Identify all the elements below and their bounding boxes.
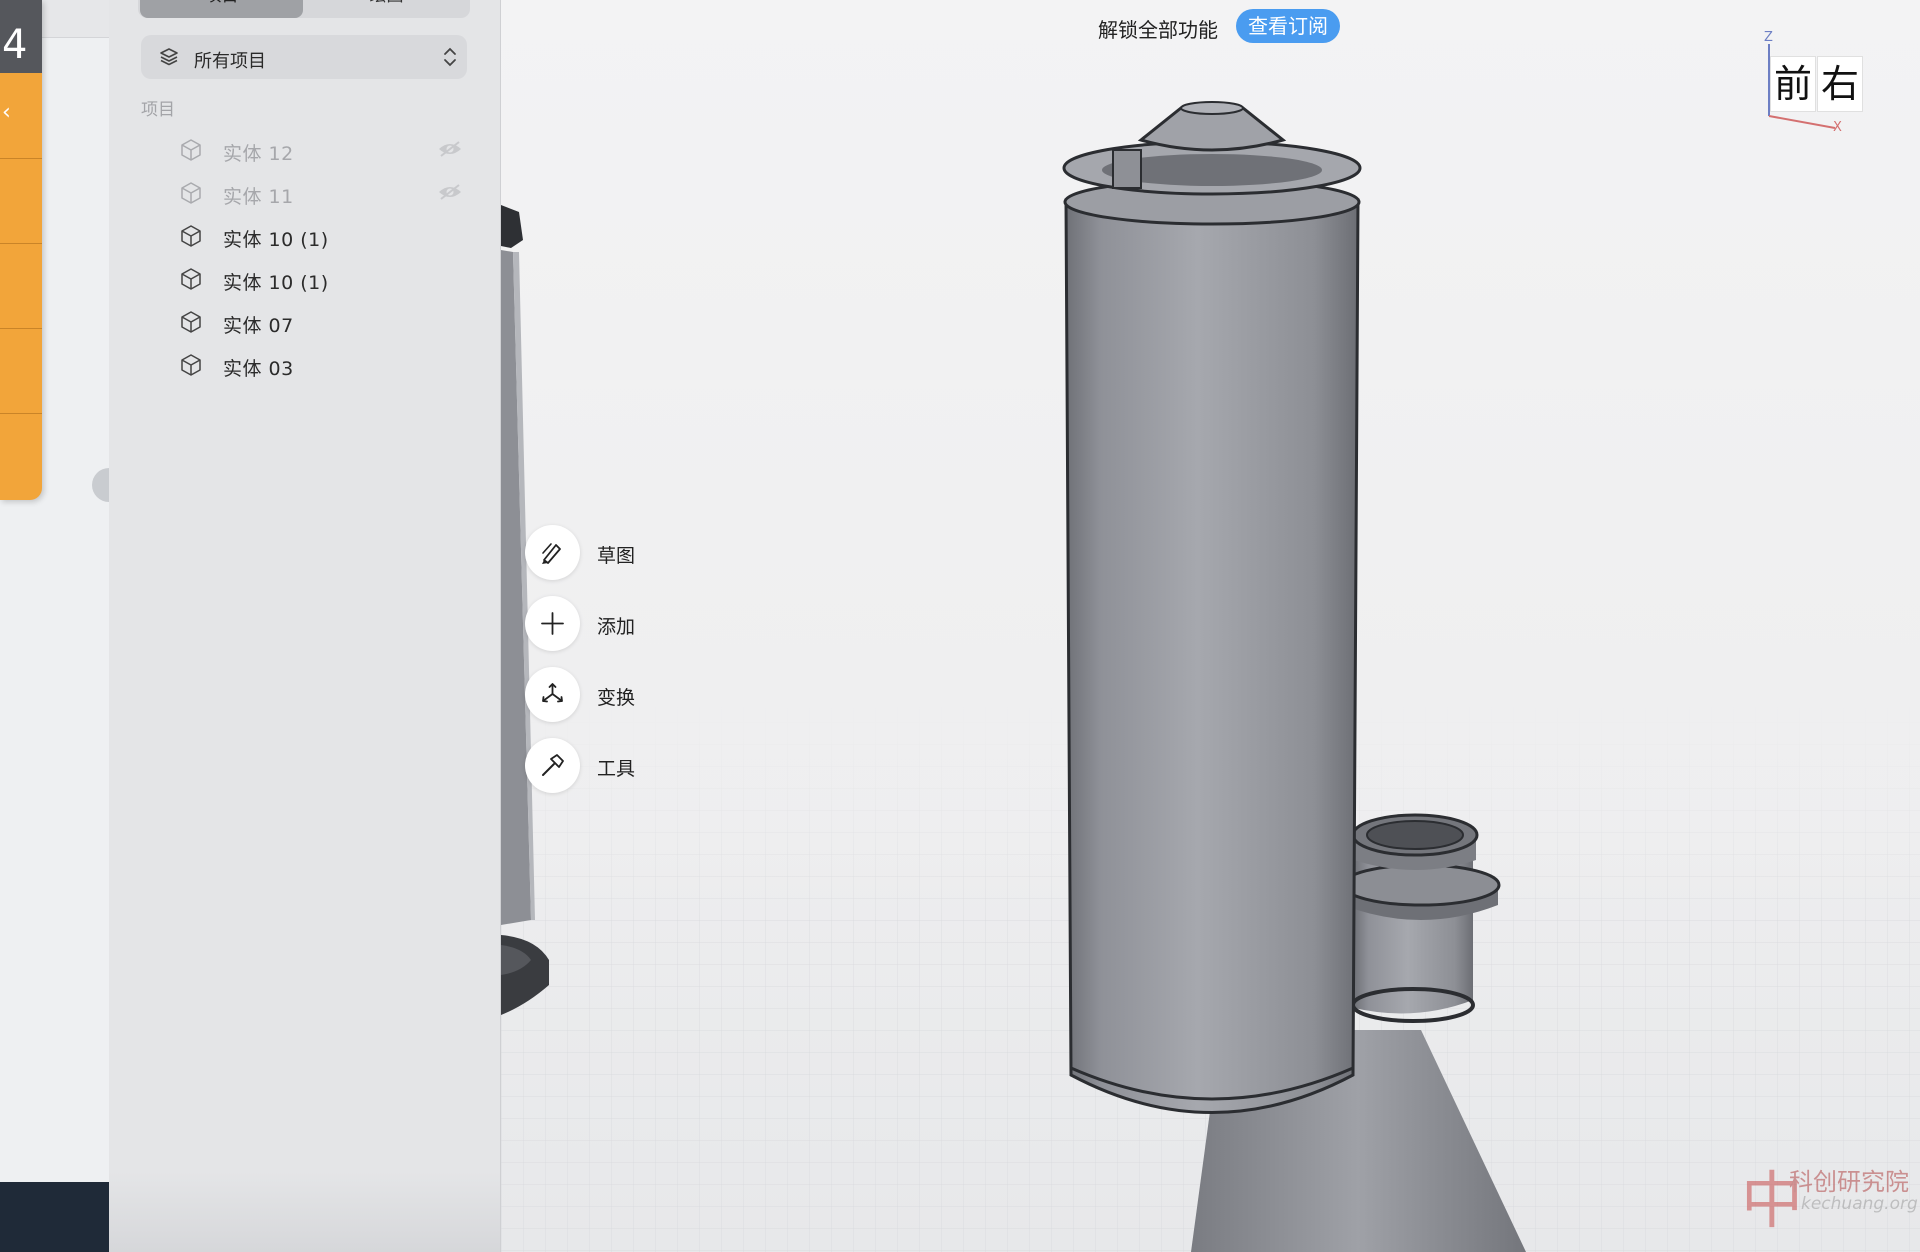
view-cube-right-face[interactable]: 右	[1817, 56, 1863, 112]
plus-icon	[541, 612, 564, 635]
transform-arrows-icon	[542, 683, 563, 703]
panel-divider	[0, 413, 42, 414]
axis-z-label: Z	[1764, 30, 1773, 45]
item-name: 实体 10 (1)	[223, 272, 329, 294]
tab-projects[interactable]: 项目	[140, 0, 303, 18]
panel-divider	[0, 158, 42, 159]
main-cylinder-part	[1062, 101, 1362, 1114]
view-subscription-button[interactable]: 查看订阅	[1236, 9, 1340, 43]
solid-body-icon	[179, 267, 203, 291]
item-name: 实体 12	[223, 143, 294, 165]
item-name: 实体 03	[223, 358, 294, 380]
watermark-brand: 科创研究院	[1789, 1168, 1909, 1196]
sidebar-tab-control: 项目 绘图	[138, 0, 470, 18]
chevron-updown-icon	[444, 47, 456, 67]
add-button[interactable]	[525, 596, 580, 651]
sketch-pen-icon	[542, 543, 561, 564]
project-sidebar: 项目 绘图 所有项目 项目 实体 12 实体 11 实体 10 (1) 实体 10 (…	[109, 0, 501, 1252]
visibility-hidden-icon[interactable]	[437, 183, 463, 201]
sidebar-footer	[109, 1172, 500, 1252]
solid-body-icon	[179, 310, 203, 334]
unlock-text: 解锁全部功能	[1098, 18, 1218, 42]
background-window-titlebar	[42, 0, 109, 38]
sketch-button[interactable]	[525, 525, 580, 580]
layers-icon	[160, 48, 178, 66]
background-orange-panel: 4 ‹	[0, 0, 42, 500]
watermark: 中 科创研究院 kechuang.org	[1741, 1150, 1918, 1237]
solid-body-icon	[179, 353, 203, 377]
transform-button[interactable]	[525, 667, 580, 722]
section-label-items: 项目	[141, 100, 175, 120]
list-item[interactable]: 实体 07	[179, 304, 479, 338]
panel-arrow-icon: ‹	[2, 100, 11, 125]
view-cube[interactable]: Z X 前 右	[1755, 28, 1875, 138]
visibility-hidden-icon[interactable]	[437, 140, 463, 158]
axis-x-label: X	[1833, 120, 1842, 135]
3d-model-scene[interactable]	[501, 0, 1920, 1252]
list-item[interactable]: 实体 03	[179, 347, 479, 381]
tool-label: 变换	[597, 687, 636, 709]
tab-drawing[interactable]: 绘图	[305, 0, 468, 18]
item-name: 实体 10 (1)	[223, 229, 329, 251]
hammer-icon	[542, 754, 564, 776]
tool-label: 草图	[597, 545, 636, 567]
panel-divider	[0, 328, 42, 329]
solid-body-icon	[179, 181, 203, 205]
3d-viewport[interactable]: 解锁全部功能 查看订阅 草图 添加 变换 工具 Z X 前 右 中 科创研究院 …	[501, 0, 1920, 1252]
watermark-site: kechuang.org	[1801, 1194, 1918, 1214]
tool-add[interactable]: 添加	[525, 596, 655, 652]
view-cube-front-face[interactable]: 前	[1770, 56, 1816, 112]
item-name: 实体 11	[223, 186, 294, 208]
tools-button[interactable]	[525, 738, 580, 793]
project-filter-select[interactable]: 所有项目	[141, 35, 467, 79]
list-item[interactable]: 实体 12	[179, 132, 479, 166]
list-item[interactable]: 实体 10 (1)	[179, 261, 479, 295]
background-app-strip: 4 ‹	[0, 0, 112, 1252]
tool-sketch[interactable]: 草图	[525, 525, 655, 581]
tool-transform[interactable]: 变换	[525, 667, 655, 723]
filter-selected-value: 所有项目	[194, 51, 266, 72]
tool-tools[interactable]: 工具	[525, 738, 655, 794]
background-dark-area	[0, 1182, 109, 1252]
tool-label: 工具	[597, 758, 636, 780]
tool-label: 添加	[597, 616, 636, 638]
list-item[interactable]: 实体 11	[179, 175, 479, 209]
panel-divider	[0, 243, 42, 244]
list-item[interactable]: 实体 10 (1)	[179, 218, 479, 252]
item-name: 实体 07	[223, 315, 294, 337]
solid-body-icon	[179, 138, 203, 162]
solid-body-icon	[179, 224, 203, 248]
panel-header-digit: 4	[0, 0, 42, 73]
